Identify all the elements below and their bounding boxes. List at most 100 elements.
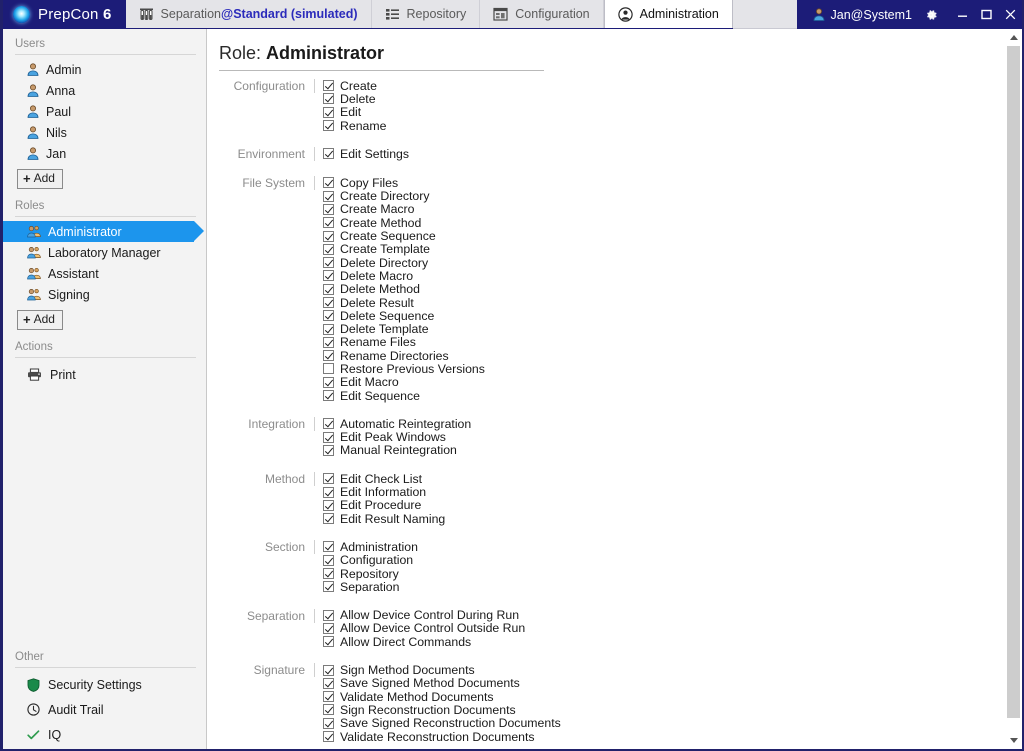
maximize-button[interactable]	[974, 9, 998, 20]
permission-row[interactable]: Create Directory	[323, 189, 561, 203]
sidebar-item-user-paul[interactable]: Paul	[3, 101, 206, 122]
checkbox[interactable]	[323, 473, 334, 485]
checkbox[interactable]	[323, 664, 334, 676]
close-button[interactable]	[998, 9, 1022, 20]
permission-row[interactable]: Edit Macro	[323, 375, 561, 389]
tab-configuration[interactable]: Configuration	[480, 0, 604, 28]
checkbox[interactable]	[323, 283, 334, 295]
sidebar-item-role-laboratory-manager[interactable]: Laboratory Manager	[3, 242, 206, 263]
checkbox[interactable]	[323, 541, 334, 553]
permission-row[interactable]: Edit Peak Windows	[323, 430, 561, 444]
permission-row[interactable]: Allow Direct Commands	[323, 635, 561, 649]
checkbox[interactable]	[323, 310, 334, 322]
permission-row[interactable]: Validate Method Documents	[323, 690, 561, 704]
permission-row[interactable]: Copy Files	[323, 176, 561, 190]
checkbox[interactable]	[323, 622, 334, 634]
permission-row[interactable]: Create Macro	[323, 202, 561, 216]
permission-row[interactable]: Delete Macro	[323, 269, 561, 283]
checkbox[interactable]	[323, 731, 334, 743]
checkbox[interactable]	[323, 444, 334, 456]
checkbox[interactable]	[323, 609, 334, 621]
checkbox[interactable]	[323, 217, 334, 229]
checkbox[interactable]	[323, 554, 334, 566]
current-user[interactable]: Jan@System1	[807, 8, 918, 22]
permission-row[interactable]: Edit Information	[323, 485, 561, 499]
checkbox[interactable]	[323, 257, 334, 269]
permission-row[interactable]: Delete	[323, 92, 561, 106]
checkbox[interactable]	[323, 677, 334, 689]
checkbox[interactable]	[323, 297, 334, 308]
gear-icon[interactable]	[918, 1, 944, 29]
checkbox[interactable]	[323, 691, 334, 703]
checkbox[interactable]	[323, 323, 334, 335]
permission-row[interactable]: Configuration	[323, 553, 561, 567]
scroll-down-button[interactable]	[1005, 732, 1022, 749]
add-user-button[interactable]: + Add	[17, 169, 63, 189]
add-role-button[interactable]: + Add	[17, 310, 63, 330]
checkbox[interactable]	[323, 148, 334, 160]
permission-row[interactable]: Administration	[323, 540, 561, 554]
checkbox[interactable]	[323, 120, 334, 132]
sidebar-item-role-administrator[interactable]: Administrator	[3, 221, 204, 242]
permission-row[interactable]: Rename Files	[323, 335, 561, 349]
sidebar-item-user-admin[interactable]: Admin	[3, 59, 206, 80]
scrollbar-track[interactable]	[1005, 46, 1022, 732]
permission-row[interactable]: Allow Device Control Outside Run	[323, 621, 561, 635]
permission-row[interactable]: Rename	[323, 119, 561, 133]
checkbox[interactable]	[323, 350, 334, 362]
sidebar-item-iq[interactable]: IQ	[3, 722, 206, 747]
permission-row[interactable]: Delete Directory	[323, 256, 561, 270]
permission-row[interactable]: Rename Directories	[323, 349, 561, 363]
checkbox[interactable]	[323, 513, 334, 525]
checkbox[interactable]	[323, 499, 334, 511]
permission-row[interactable]: Allow Device Control During Run	[323, 608, 561, 622]
sidebar-item-print[interactable]: Print	[3, 362, 206, 387]
checkbox[interactable]	[323, 636, 334, 648]
checkbox[interactable]	[323, 717, 334, 729]
permission-row[interactable]: Delete Sequence	[323, 309, 561, 323]
minimize-button[interactable]	[950, 9, 974, 20]
checkbox[interactable]	[323, 431, 334, 443]
sidebar-item-role-signing[interactable]: Signing	[3, 284, 206, 305]
tab-repository[interactable]: Repository	[371, 0, 481, 28]
permission-row[interactable]: Delete Template	[323, 322, 561, 336]
sidebar-item-user-anna[interactable]: Anna	[3, 80, 206, 101]
permission-row[interactable]: Delete Method	[323, 282, 561, 296]
checkbox[interactable]	[323, 106, 334, 118]
checkbox[interactable]	[323, 376, 334, 388]
permission-row[interactable]: Delete Result	[323, 296, 561, 310]
tab-administration[interactable]: Administration	[603, 0, 733, 28]
permission-row[interactable]: Separation	[323, 580, 561, 594]
permission-row[interactable]: Repository	[323, 567, 561, 581]
permission-row[interactable]: Create Sequence	[323, 229, 561, 243]
permission-row[interactable]: Edit Sequence	[323, 389, 561, 403]
permission-row[interactable]: Save Signed Method Documents	[323, 676, 561, 690]
checkbox[interactable]	[323, 243, 334, 255]
scroll-up-button[interactable]	[1005, 29, 1022, 46]
permission-row[interactable]: Save Signed Reconstruction Documents	[323, 716, 561, 730]
checkbox[interactable]	[323, 704, 334, 716]
permission-row[interactable]: Create Method	[323, 216, 561, 230]
permission-row[interactable]: Validate Reconstruction Documents	[323, 730, 561, 744]
checkbox[interactable]	[323, 203, 334, 215]
sidebar-item-user-nils[interactable]: Nils	[3, 122, 206, 143]
permission-row[interactable]: Sign Method Documents	[323, 663, 561, 677]
sidebar-item-audit-trail[interactable]: Audit Trail	[3, 697, 206, 722]
permission-row[interactable]: Manual Reintegration	[323, 443, 561, 457]
vertical-scrollbar[interactable]	[1004, 29, 1022, 749]
checkbox[interactable]	[323, 418, 334, 430]
permission-row[interactable]: Sign Reconstruction Documents	[323, 703, 561, 717]
checkbox[interactable]	[323, 80, 334, 92]
checkbox[interactable]	[323, 270, 334, 282]
checkbox[interactable]	[323, 230, 334, 242]
checkbox[interactable]	[323, 336, 334, 348]
checkbox[interactable]	[323, 568, 334, 580]
permission-row[interactable]: Edit Check List	[323, 472, 561, 486]
permission-row[interactable]: Edit Settings	[323, 147, 561, 161]
vertical-scroll-thumb[interactable]	[1007, 46, 1020, 718]
permission-row[interactable]: Edit Procedure	[323, 498, 561, 512]
permission-row[interactable]: Automatic Reintegration	[323, 417, 561, 431]
tab-separation[interactable]: Separation@Standard (simulated)	[125, 0, 372, 28]
sidebar-item-security-settings[interactable]: Security Settings	[3, 672, 206, 697]
checkbox[interactable]	[323, 390, 334, 402]
